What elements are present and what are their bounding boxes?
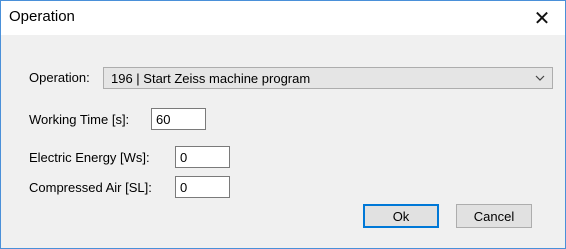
operation-label: Operation: bbox=[29, 70, 90, 85]
electric-energy-label: Electric Energy [Ws]: bbox=[29, 150, 150, 165]
close-icon: ✕ bbox=[533, 7, 551, 30]
dialog-window: Operation ✕ Operation: 196 | Start Zeiss… bbox=[0, 0, 566, 249]
ok-button[interactable]: Ok bbox=[363, 204, 439, 228]
close-button[interactable]: ✕ bbox=[519, 1, 565, 35]
cancel-button[interactable]: Cancel bbox=[456, 204, 532, 228]
electric-energy-field[interactable] bbox=[175, 146, 230, 168]
compressed-air-field[interactable] bbox=[175, 176, 230, 198]
title-bar[interactable]: Operation ✕ bbox=[1, 1, 565, 35]
window-title: Operation bbox=[9, 8, 75, 25]
working-time-field[interactable] bbox=[151, 108, 206, 130]
working-time-label: Working Time [s]: bbox=[29, 112, 130, 127]
compressed-air-label: Compressed Air [SL]: bbox=[29, 180, 152, 195]
operation-select-value: 196 | Start Zeiss machine program bbox=[111, 71, 311, 86]
chevron-down-icon bbox=[535, 75, 545, 81]
dialog-body: Operation: 196 | Start Zeiss machine pro… bbox=[1, 35, 565, 248]
operation-select[interactable]: 196 | Start Zeiss machine program bbox=[103, 67, 553, 89]
